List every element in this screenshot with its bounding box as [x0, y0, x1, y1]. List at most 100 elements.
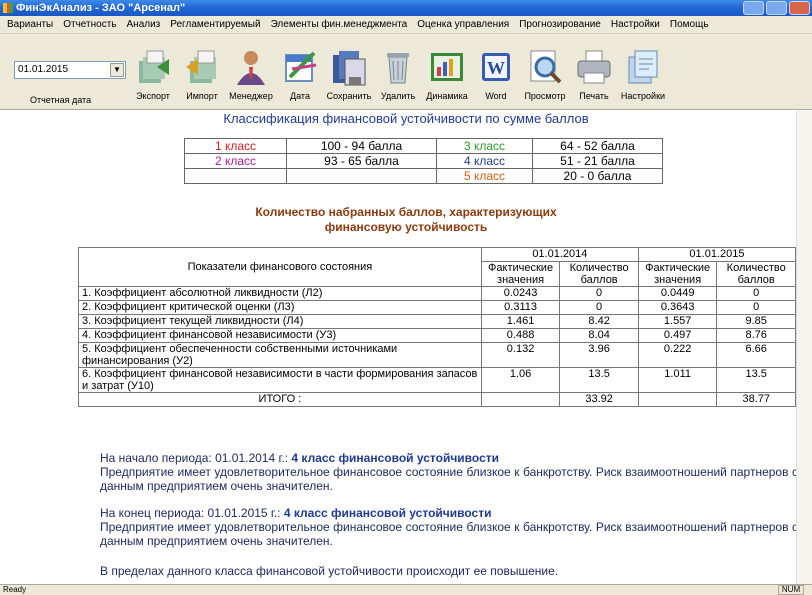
report-date-value: 01.01.2015 — [18, 64, 69, 75]
scores-title-line2: финансовую устойчивость — [324, 220, 488, 234]
actual-value: 0.0243 — [480, 286, 561, 301]
actual-header: Фактические значения — [480, 261, 561, 287]
scores-title: Количество набранных баллов, характеризу… — [0, 205, 812, 235]
menu-forecasting[interactable]: Прогнозирование — [514, 19, 606, 30]
import-button[interactable]: Импорт — [177, 45, 227, 101]
actual-value: 0.3113 — [480, 300, 561, 315]
menu-reporting[interactable]: Отчетность — [58, 19, 121, 30]
preview-icon — [523, 45, 567, 89]
start-period-prefix: На начало периода: 01.01.2014 г.: — [100, 451, 289, 465]
start-period-class: 4 класс финансовой устойчивости — [291, 451, 499, 465]
import-label: Импорт — [186, 91, 218, 101]
indicator-name: 3. Коэффициент текущей ликвидности (Л4) — [78, 314, 482, 329]
points-value: 9.85 — [716, 314, 796, 329]
num-lock-indicator: NUM — [778, 585, 804, 595]
class-cell: 3 класс — [436, 138, 533, 154]
trend-conclusion: В пределах данного класса финансовой уст… — [78, 564, 798, 578]
period2-header: 01.01.2015 — [637, 247, 797, 262]
actual-value: 0.3643 — [637, 300, 718, 315]
class-cell: 2 класс — [184, 153, 287, 169]
actual-value: 1.011 — [637, 367, 718, 393]
classification-table: 1 класс 100 - 94 балла 3 класс 64 - 52 б… — [184, 138, 663, 184]
points-header: Количество баллов — [559, 261, 639, 287]
points-header: Количество баллов — [716, 261, 796, 287]
chevron-down-icon[interactable]: ▼ — [110, 63, 124, 77]
empty-cell — [480, 392, 561, 407]
report-date-select[interactable]: 01.01.2015 ▼ — [14, 61, 126, 79]
manager-icon — [229, 45, 273, 89]
actual-header: Фактические значения — [637, 261, 718, 287]
classification-row: 5 класс 20 - 0 балла — [184, 168, 663, 184]
menu-analysis[interactable]: Анализ — [122, 19, 166, 30]
table-row: 2. Коэффициент критической оценки (Л3) 0… — [78, 300, 796, 315]
actual-value: 1.06 — [480, 367, 561, 393]
scores-table: Показатели финансового состояния 01.01.2… — [78, 247, 797, 407]
points-value: 8.04 — [559, 328, 639, 343]
menu-help[interactable]: Помощь — [665, 19, 714, 30]
indicator-name: 1. Коэффициент абсолютной ликвидности (Л… — [78, 286, 482, 301]
points-value: 13.5 — [716, 367, 796, 393]
range-cell: 93 - 65 балла — [286, 153, 437, 169]
total-value: 33.92 — [559, 392, 639, 407]
indicator-name: 4. Коэффициент финансовой независимости … — [78, 328, 482, 343]
class-cell — [184, 168, 287, 184]
points-value: 0 — [716, 300, 796, 315]
date-button[interactable]: Дата — [275, 45, 325, 101]
range-cell: 51 - 21 балла — [532, 153, 663, 169]
menu-variants[interactable]: Варианты — [2, 19, 58, 30]
word-button[interactable]: W Word — [471, 45, 521, 101]
start-period-conclusion: На начало периода: 01.01.2014 г.: 4 клас… — [78, 451, 798, 493]
import-icon — [180, 45, 224, 89]
class-cell: 1 класс — [184, 138, 287, 154]
points-value: 13.5 — [559, 367, 639, 393]
status-text: Ready — [3, 585, 27, 594]
menu-regulated[interactable]: Регламентируемый — [165, 19, 265, 30]
classification-row: 1 класс 100 - 94 балла 3 класс 64 - 52 б… — [184, 138, 663, 154]
maximize-button[interactable] — [766, 1, 787, 15]
report-date-label: Отчетная дата — [30, 95, 92, 105]
table-row: 4. Коэффициент финансовой независимости … — [78, 328, 796, 343]
total-value: 38.77 — [716, 392, 796, 407]
calendar-icon — [278, 45, 322, 89]
range-cell: 64 - 52 балла — [532, 138, 663, 154]
title-bar: ФинЭкАнализ - ЗАО "Арсенал" — [0, 0, 812, 16]
dynamics-label: Динамика — [426, 91, 468, 101]
indicator-name: 5. Коэффициент обеспеченности собственны… — [78, 342, 482, 368]
export-icon — [131, 45, 175, 89]
actual-value: 1.557 — [637, 314, 718, 329]
points-value: 3.96 — [559, 342, 639, 368]
preview-button[interactable]: Просмотр — [520, 45, 570, 101]
printer-icon — [572, 45, 616, 89]
range-cell — [286, 168, 437, 184]
toolbar: 01.01.2015 ▼ Отчетная дата Экспорт Импор… — [0, 34, 812, 110]
table-row: 6. Коэффициент финансовой независимости … — [78, 367, 796, 393]
actual-value: 0.222 — [637, 342, 718, 368]
indicator-name: 2. Коэффициент критической оценки (Л3) — [78, 300, 482, 315]
save-icon — [327, 45, 371, 89]
export-button[interactable]: Экспорт — [128, 45, 178, 101]
end-period-class: 4 класс финансовой устойчивости — [283, 506, 492, 520]
indicator-name: 6. Коэффициент финансовой независимости … — [78, 367, 482, 393]
dynamics-button[interactable]: Динамика — [422, 45, 472, 101]
print-label: Печать — [579, 91, 609, 101]
empty-cell — [637, 392, 718, 407]
settings-button[interactable]: Настройки — [618, 45, 668, 101]
delete-button[interactable]: Удалить — [373, 45, 423, 101]
app-icon — [3, 3, 13, 13]
total-row: ИТОГО : 33.92 38.77 — [78, 392, 796, 407]
manager-button[interactable]: Менеджер — [226, 45, 276, 101]
scores-title-line1: Количество набранных баллов, характеризу… — [255, 205, 557, 219]
menu-settings[interactable]: Настройки — [606, 19, 665, 30]
print-button[interactable]: Печать — [569, 45, 619, 101]
menu-fin-management[interactable]: Элементы фин.менеджмента — [266, 19, 413, 30]
vertical-scrollbar[interactable] — [796, 111, 812, 584]
minimize-button[interactable] — [743, 1, 764, 15]
chart-icon — [425, 45, 469, 89]
word-icon: W — [474, 45, 518, 89]
save-button[interactable]: Сохранить — [324, 45, 374, 101]
window-title: ФинЭкАнализ - ЗАО "Арсенал" — [16, 2, 186, 14]
menu-management-rating[interactable]: Оценка управления — [412, 19, 514, 30]
report-content: Классификация финансовой устойчивости по… — [0, 111, 812, 584]
range-cell: 20 - 0 балла — [532, 168, 663, 184]
close-button[interactable] — [789, 1, 810, 15]
